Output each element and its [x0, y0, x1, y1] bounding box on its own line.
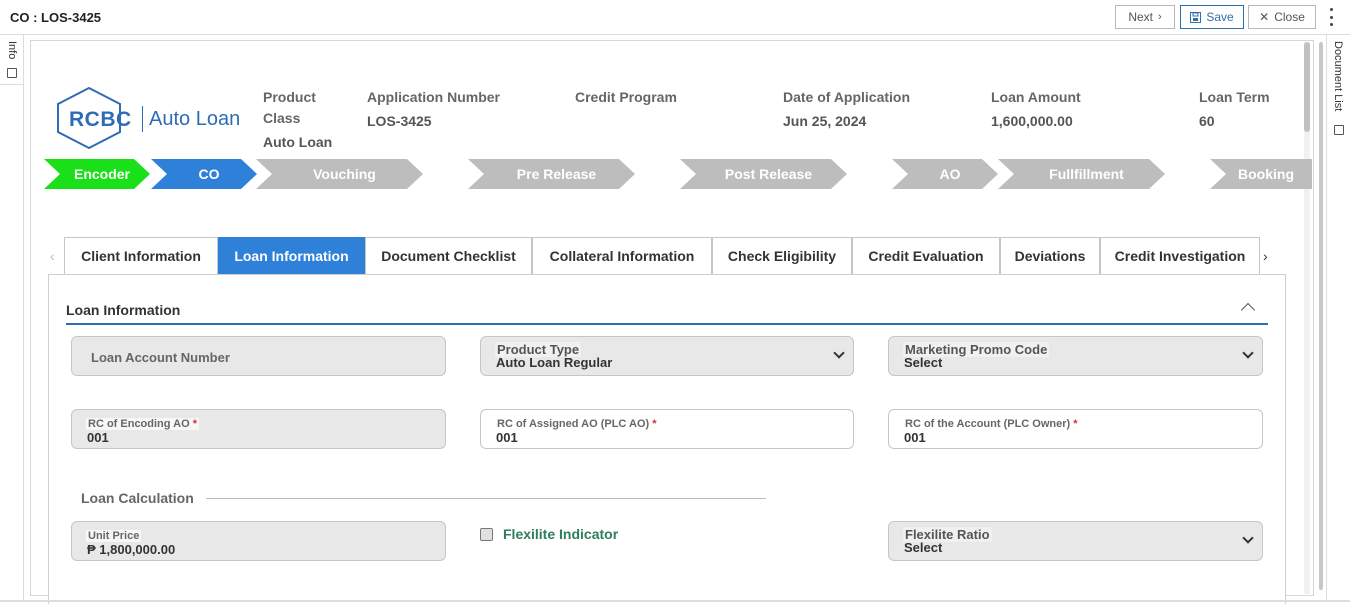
loan-calculation-title: Loan Calculation [81, 490, 194, 506]
logo-product: Auto Loan [149, 108, 241, 130]
chevron-down-icon [1242, 532, 1254, 544]
stage-fullfillment[interactable]: Fullfillment [998, 159, 1165, 189]
chevron-right-icon: › [1158, 11, 1162, 23]
section-divider [66, 323, 1268, 325]
flexilite-indicator-checkbox[interactable] [480, 528, 493, 541]
credit-program-label: Credit Program [575, 89, 677, 105]
loan-term-label: Loan Term [1199, 89, 1270, 105]
unit-price-field[interactable]: Unit Price ₱ 1,800,000.00 [71, 521, 446, 561]
loan-account-number-placeholder: Loan Account Number [91, 350, 230, 365]
document-list-icon [1334, 125, 1344, 135]
rc-assigned-ao-value: 001 [496, 430, 518, 445]
tab-scroll-right-icon[interactable]: › [1263, 248, 1268, 264]
left-rail: Info [0, 35, 24, 602]
rcbc-logo: RCBC Auto Loan [54, 86, 246, 150]
product-type-value: Auto Loan Regular [496, 355, 613, 370]
tab-credit-investigation[interactable]: Credit Investigation [1100, 237, 1260, 274]
flexilite-indicator-label: Flexilite Indicator [503, 526, 619, 542]
loan-term-value: 60 [1199, 113, 1215, 129]
top-bar: CO : LOS-3425 Next › Save ✕ Close [0, 0, 1350, 35]
tab-document-checklist[interactable]: Document Checklist [365, 237, 532, 274]
outer-scrollbar[interactable] [1319, 42, 1323, 590]
info-tab[interactable]: Info [0, 35, 24, 85]
date-of-application-label: Date of Application [783, 89, 911, 105]
flexilite-ratio-select[interactable]: Flexilite Ratio Select [888, 521, 1263, 561]
rc-assigned-ao-label: RC of Assigned AO (PLC AO) * [495, 418, 659, 430]
product-class-value: Auto Loan [263, 134, 333, 150]
stage-pre-release[interactable]: Pre Release [468, 159, 635, 189]
unit-price-value: ₱ 1,800,000.00 [87, 542, 176, 557]
rc-account-label: RC of the Account (PLC Owner) * [903, 418, 1080, 430]
stage-vouching[interactable]: Vouching [256, 159, 423, 189]
chevron-down-icon [1242, 347, 1254, 359]
scrollbar-thumb[interactable] [1304, 42, 1310, 132]
section-title: Loan Information [66, 302, 181, 318]
info-tab-label: Info [6, 41, 18, 60]
application-number-label: Application Number [367, 89, 501, 105]
product-class-label-1: Product [263, 89, 316, 105]
tab-credit-evaluation[interactable]: Credit Evaluation [852, 237, 1000, 274]
more-options-icon[interactable] [1326, 8, 1336, 26]
save-icon [1190, 11, 1202, 23]
tab-scroll-left-icon[interactable]: ‹ [50, 248, 55, 264]
next-button[interactable]: Next › [1115, 5, 1175, 29]
date-of-application-value: Jun 25, 2024 [783, 113, 867, 129]
marketing-promo-code-value: Select [904, 355, 943, 370]
logo-separator [142, 106, 143, 132]
right-rail[interactable]: Document List [1326, 35, 1350, 602]
rc-encoding-ao-label: RC of Encoding AO * [86, 418, 199, 430]
unit-price-label: Unit Price [86, 530, 142, 542]
application-number-value: LOS-3425 [367, 113, 432, 129]
flexilite-ratio-value: Select [904, 540, 943, 555]
close-icon: ✕ [1259, 10, 1270, 24]
loan-amount-value: 1,600,000.00 [991, 113, 1073, 129]
tab-collateral-information[interactable]: Collateral Information [532, 237, 712, 274]
close-label: Close [1274, 10, 1305, 24]
tab-client-information[interactable]: Client Information [64, 237, 218, 274]
loan-calculation-divider [206, 498, 766, 499]
document-list-label: Document List [1332, 41, 1344, 112]
rc-assigned-ao-field[interactable]: RC of Assigned AO (PLC AO) * 001 [480, 409, 854, 449]
save-button[interactable]: Save [1180, 5, 1244, 29]
save-label: Save [1206, 10, 1234, 24]
rc-account-value: 001 [904, 430, 926, 445]
product-class-label-2: Class [263, 110, 301, 126]
rc-encoding-ao-field[interactable]: RC of Encoding AO * 001 [71, 409, 446, 449]
loan-account-number-field[interactable]: Loan Account Number [71, 336, 446, 376]
rc-account-field[interactable]: RC of the Account (PLC Owner) * 001 [888, 409, 1263, 449]
product-type-select[interactable]: Product Type Auto Loan Regular [480, 336, 854, 376]
chevron-down-icon [833, 347, 845, 359]
rc-encoding-ao-value: 001 [87, 430, 109, 445]
next-label: Next [1128, 10, 1153, 24]
document-icon [7, 68, 17, 78]
content-scrollbar[interactable] [1304, 42, 1310, 594]
loan-amount-label: Loan Amount [991, 89, 1081, 105]
window-title: CO : LOS-3425 [10, 10, 102, 25]
tab-loan-information[interactable]: Loan Information [218, 237, 365, 274]
marketing-promo-code-select[interactable]: Marketing Promo Code Select [888, 336, 1263, 376]
tab-check-eligibility[interactable]: Check Eligibility [712, 237, 852, 274]
tab-deviations[interactable]: Deviations [1000, 237, 1100, 274]
stage-post-release[interactable]: Post Release [680, 159, 847, 189]
logo-brand: RCBC [69, 108, 132, 131]
close-button[interactable]: ✕ Close [1248, 5, 1316, 29]
